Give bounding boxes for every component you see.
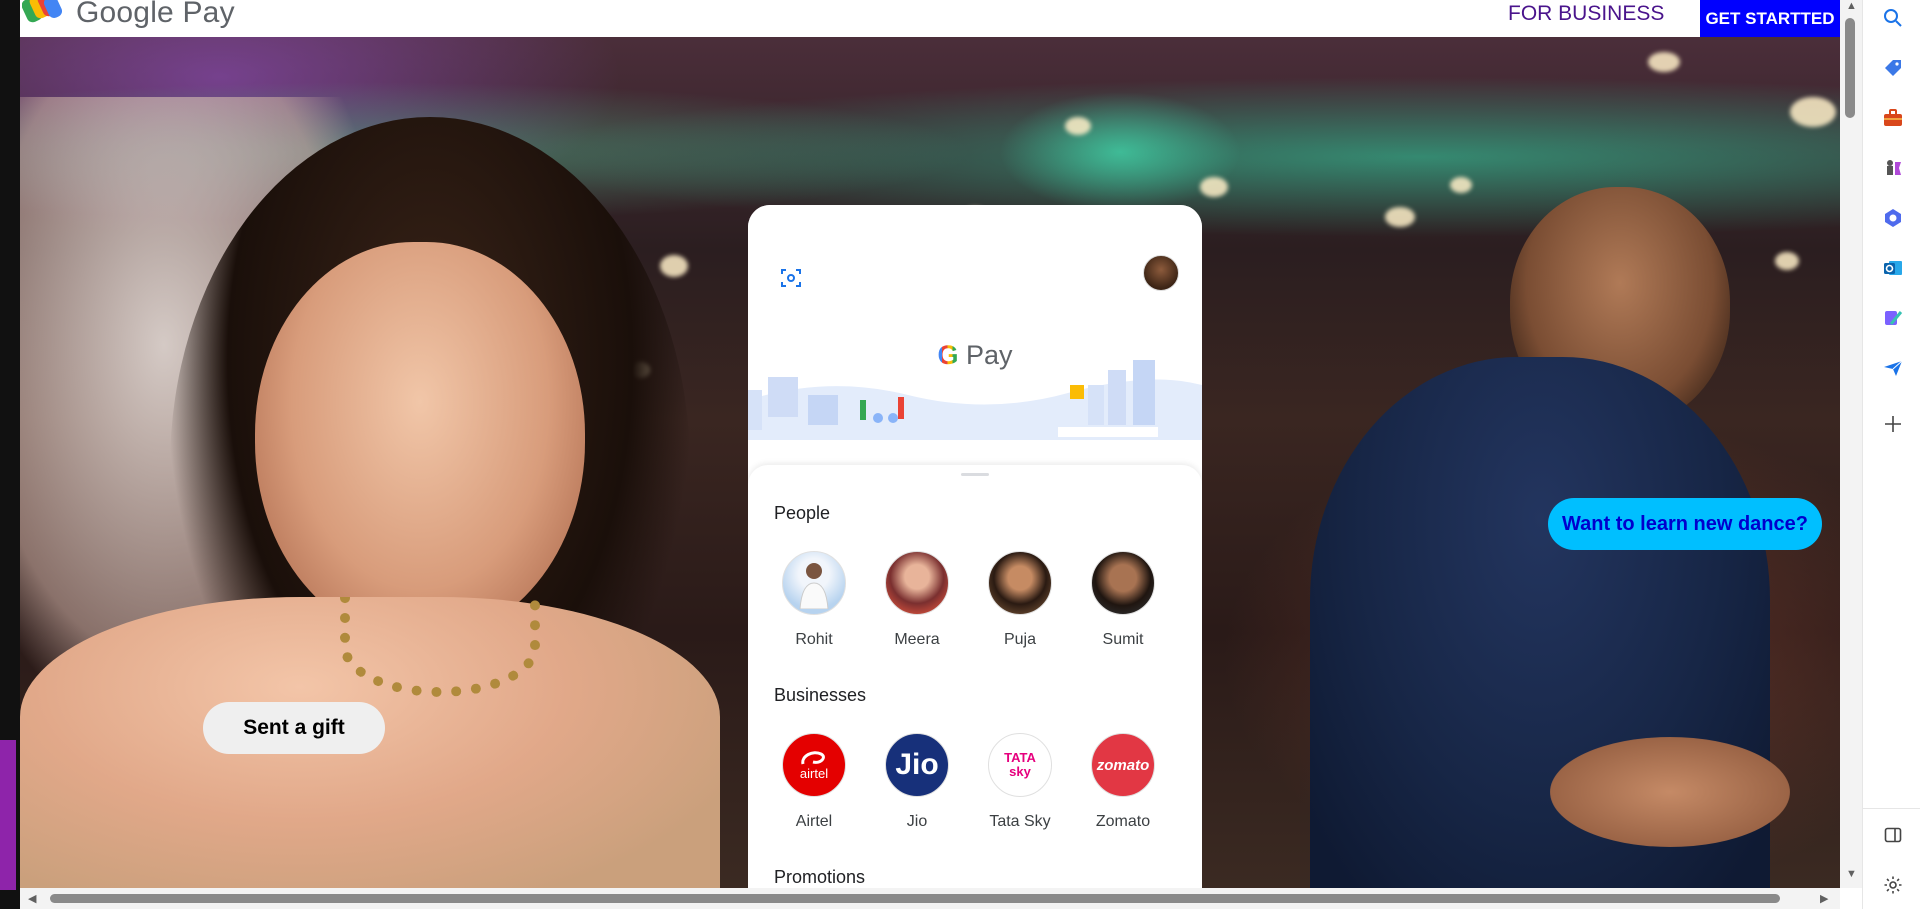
business-airtel[interactable]: airtel Airtel xyxy=(769,733,859,831)
google-pay-logo-icon[interactable] xyxy=(22,0,62,26)
scroll-right-arrow-icon[interactable]: ▶ xyxy=(1820,892,1828,905)
vertical-scrollbar[interactable]: ▲ ▼ xyxy=(1840,0,1862,888)
drag-handle[interactable] xyxy=(961,473,989,476)
business-name: Tata Sky xyxy=(989,813,1051,830)
bokeh-light xyxy=(1200,177,1228,197)
scroll-up-arrow-icon[interactable]: ▲ xyxy=(1846,0,1857,12)
chess-icon[interactable] xyxy=(1881,156,1905,180)
brand-name[interactable]: Google Pay xyxy=(76,0,235,30)
browser-sidebar xyxy=(1862,0,1920,909)
top-navigation: Google Pay FOR BUSINESS GET STARTTED xyxy=(20,0,1840,37)
contact-puja[interactable]: Puja xyxy=(975,551,1065,649)
bokeh-light xyxy=(1648,52,1680,72)
people-section-title: People xyxy=(774,503,831,523)
send-icon[interactable] xyxy=(1881,356,1905,380)
vertical-scroll-thumb[interactable] xyxy=(1845,18,1855,118)
business-tata-sky[interactable]: TATA sky Tata Sky xyxy=(975,733,1065,831)
briefcase-icon[interactable] xyxy=(1881,106,1905,130)
designer-icon[interactable] xyxy=(1881,306,1905,330)
scroll-down-arrow-icon[interactable]: ▼ xyxy=(1846,868,1857,880)
sent-gift-button[interactable]: Sent a gift xyxy=(203,702,385,754)
business-name: Jio xyxy=(906,813,928,830)
settings-icon[interactable] xyxy=(1881,873,1905,897)
horizontal-scroll-thumb[interactable] xyxy=(50,894,1780,903)
split-view-icon[interactable] xyxy=(1881,823,1905,847)
city-illustration xyxy=(748,360,1202,440)
business-zomato[interactable]: zomato Zomato xyxy=(1078,733,1168,831)
business-name: Airtel xyxy=(795,813,833,830)
jio-logo-icon: Jio xyxy=(885,733,949,797)
airtel-logo-text: airtel xyxy=(799,765,829,781)
airtel-swoosh-icon xyxy=(801,750,825,764)
tata-sky-logo-text: TATA sky xyxy=(1004,749,1036,779)
person-photo-icon xyxy=(799,563,829,609)
contact-sumit[interactable]: Sumit xyxy=(1078,551,1168,649)
bokeh-light xyxy=(660,255,688,277)
airtel-logo-icon: airtel xyxy=(782,733,846,797)
add-icon[interactable] xyxy=(1881,412,1905,436)
bokeh-light xyxy=(1775,252,1799,270)
zomato-logo-text: zomato xyxy=(1096,756,1150,774)
browser-viewport: Google Pay FOR BUSINESS GET STARTTED Sen… xyxy=(0,0,1920,909)
phone-mockup: G Pay People Rohit Meera Puja Sumit Busi… xyxy=(748,205,1202,888)
promotions-section-title: Promotions xyxy=(774,867,866,887)
horizontal-scrollbar[interactable]: ◀ ▶ xyxy=(20,888,1840,909)
window-edge-accent xyxy=(0,740,16,890)
bride-necklace xyxy=(340,597,540,697)
contact-name: Sumit xyxy=(1102,631,1144,648)
get-started-button[interactable]: GET STARTTED xyxy=(1700,0,1840,37)
bokeh-light xyxy=(1065,117,1091,135)
contact-rohit[interactable]: Rohit xyxy=(769,551,859,649)
bokeh-light xyxy=(1450,177,1472,193)
qr-scan-icon[interactable] xyxy=(779,266,803,290)
business-jio[interactable]: Jio Jio xyxy=(872,733,962,831)
contact-avatar xyxy=(782,551,846,615)
jio-logo-text: Jio xyxy=(895,748,939,781)
bokeh-light xyxy=(1790,97,1836,127)
scroll-left-arrow-icon[interactable]: ◀ xyxy=(28,892,36,905)
contact-avatar xyxy=(988,551,1052,615)
tag-icon[interactable] xyxy=(1881,56,1905,80)
zomato-logo-icon: zomato xyxy=(1091,733,1155,797)
contact-name: Puja xyxy=(1003,631,1037,648)
window-edge xyxy=(0,0,20,909)
learn-dance-button[interactable]: Want to learn new dance? xyxy=(1548,498,1822,550)
tata-sky-logo-icon: TATA sky xyxy=(988,733,1052,797)
groom-hand xyxy=(1550,737,1790,847)
contact-name: Meera xyxy=(894,631,940,648)
contact-meera[interactable]: Meera xyxy=(872,551,962,649)
businesses-section-title: Businesses xyxy=(774,685,867,705)
profile-avatar[interactable] xyxy=(1143,255,1179,291)
bottom-sheet: People Rohit Meera Puja Sumit Businesses… xyxy=(748,465,1202,888)
outlook-icon[interactable] xyxy=(1881,256,1905,280)
sidebar-divider xyxy=(1863,808,1920,809)
bride-face xyxy=(255,242,585,642)
phone-header: G Pay xyxy=(748,205,1202,440)
web-page: Google Pay FOR BUSINESS GET STARTTED Sen… xyxy=(20,0,1840,888)
contact-avatar xyxy=(885,551,949,615)
contact-avatar xyxy=(1091,551,1155,615)
for-business-link[interactable]: FOR BUSINESS xyxy=(1508,2,1664,26)
copilot-icon[interactable] xyxy=(1881,206,1905,230)
business-name: Zomato xyxy=(1095,813,1151,830)
bokeh-light xyxy=(1385,207,1415,227)
contact-name: Rohit xyxy=(795,631,833,648)
search-icon[interactable] xyxy=(1881,6,1905,30)
